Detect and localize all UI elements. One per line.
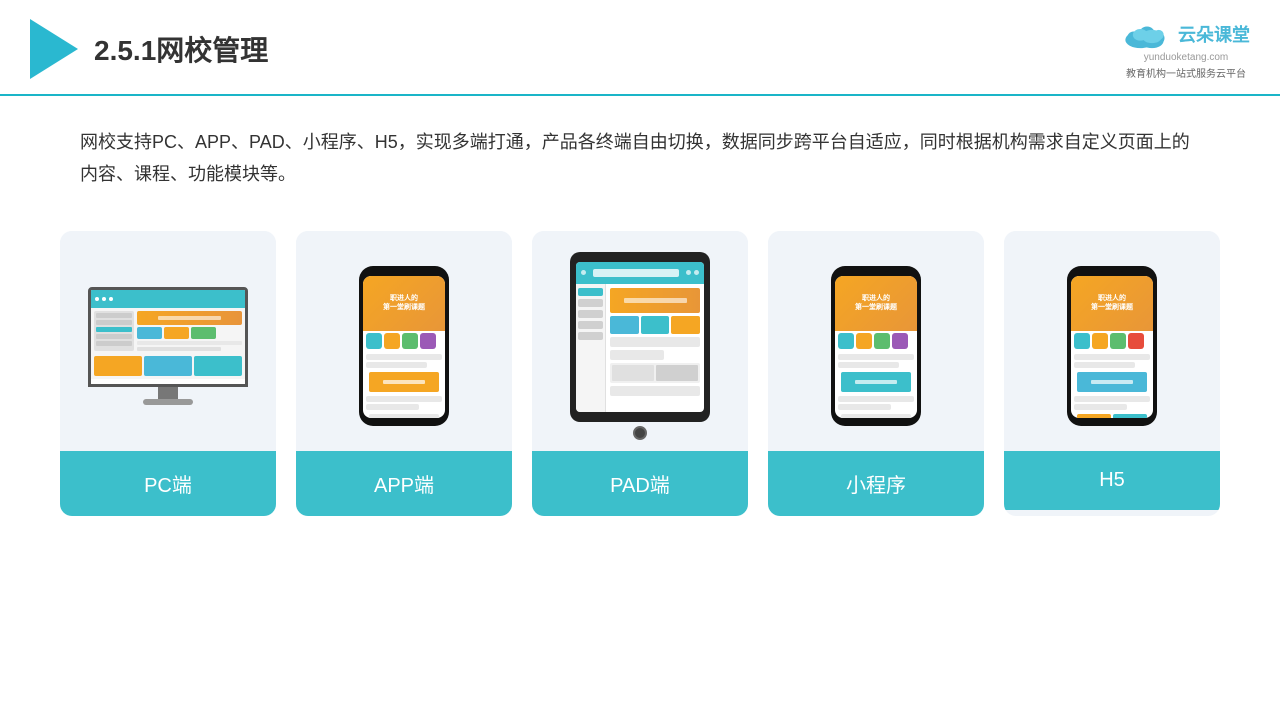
app-phone-screen: 职进人的第一堂刷课题 xyxy=(363,276,445,418)
phone-notch2-icon xyxy=(861,266,891,272)
cloud-icon xyxy=(1122,18,1172,50)
cloud-logo: 云朵课堂 xyxy=(1122,18,1250,50)
pad-tablet-body xyxy=(570,252,710,422)
card-pc-label: PC端 xyxy=(60,451,276,516)
logo-triangle-icon xyxy=(30,19,78,79)
card-miniprogram-label: 小程序 xyxy=(768,451,984,516)
h5-phone-screen: 职进人的第一堂刷课题 xyxy=(1071,276,1153,418)
card-miniprogram: 职进人的第一堂刷课题 xyxy=(768,231,984,516)
card-miniprogram-image: 职进人的第一堂刷课题 xyxy=(768,231,984,451)
card-pad-image xyxy=(532,231,748,451)
card-app-label: APP端 xyxy=(296,451,512,516)
card-pc: PC端 xyxy=(60,231,276,516)
logo-url: yunduoketang.com xyxy=(1144,52,1229,63)
miniprogram-phone-mockup: 职进人的第一堂刷课题 xyxy=(831,266,921,426)
header-left: 2.5.1网校管理 xyxy=(30,19,268,79)
card-pc-image xyxy=(60,231,276,451)
miniprogram-phone-body: 职进人的第一堂刷课题 xyxy=(831,266,921,426)
description-text: 网校支持PC、APP、PAD、小程序、H5，实现多端打通，产品各终端自由切换，数… xyxy=(0,96,1280,201)
card-pad-label: PAD端 xyxy=(532,451,748,516)
pad-tablet-mockup xyxy=(570,252,710,440)
h5-phone-mockup: 职进人的第一堂刷课题 xyxy=(1067,266,1157,426)
header: 2.5.1网校管理 云朵课堂 yunduoketang.com 教育机构一站式服… xyxy=(0,0,1280,96)
pc-mockup xyxy=(88,287,248,405)
logo-name: 云朵课堂 xyxy=(1178,21,1250,47)
device-cards-section: PC端 职进人的第一堂刷课题 xyxy=(0,201,1280,546)
card-pad: PAD端 xyxy=(532,231,748,516)
app-phone-body: 职进人的第一堂刷课题 xyxy=(359,266,449,426)
miniprogram-phone-screen: 职进人的第一堂刷课题 xyxy=(835,276,917,418)
pad-tablet-screen xyxy=(576,262,704,412)
logo-subtitle: 教育机构一站式服务云平台 xyxy=(1126,65,1246,80)
card-h5: 职进人的第一堂刷课题 xyxy=(1004,231,1220,516)
phone-notch-icon xyxy=(389,266,419,272)
card-app-image: 职进人的第一堂刷课题 xyxy=(296,231,512,451)
app-phone-mockup: 职进人的第一堂刷课题 xyxy=(359,266,449,426)
card-h5-image: 职进人的第一堂刷课题 xyxy=(1004,231,1220,451)
phone-notch3-icon xyxy=(1097,266,1127,272)
card-h5-label: H5 xyxy=(1004,451,1220,510)
page-title: 2.5.1网校管理 xyxy=(94,29,268,69)
pc-screen xyxy=(88,287,248,387)
card-app: 职进人的第一堂刷课题 xyxy=(296,231,512,516)
h5-phone-body: 职进人的第一堂刷课题 xyxy=(1067,266,1157,426)
brand-logo: 云朵课堂 yunduoketang.com 教育机构一站式服务云平台 xyxy=(1122,18,1250,80)
